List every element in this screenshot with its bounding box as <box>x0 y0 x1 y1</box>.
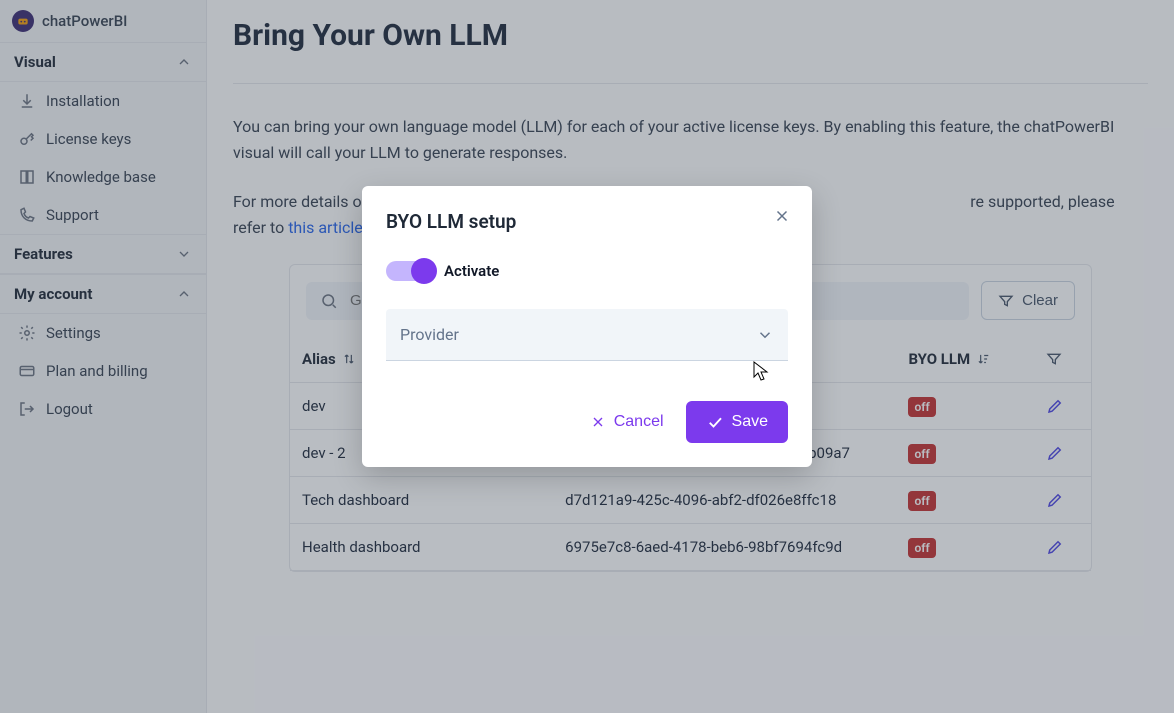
chevron-down-icon <box>756 326 774 344</box>
close-icon <box>590 414 606 430</box>
byo-llm-modal: BYO LLM setup Activate Provider Cancel S… <box>362 186 812 467</box>
activate-toggle-row: Activate <box>386 261 788 281</box>
cancel-button[interactable]: Cancel <box>582 401 672 443</box>
modal-overlay: BYO LLM setup Activate Provider Cancel S… <box>0 0 1174 713</box>
provider-select[interactable]: Provider <box>386 309 788 361</box>
cancel-button-label: Cancel <box>614 413 664 431</box>
save-button[interactable]: Save <box>686 401 788 443</box>
provider-select-label: Provider <box>400 325 459 344</box>
activate-label: Activate <box>444 262 499 280</box>
activate-toggle[interactable] <box>386 261 434 281</box>
check-icon <box>706 413 724 431</box>
close-icon[interactable] <box>770 204 794 228</box>
modal-title: BYO LLM setup <box>386 210 788 233</box>
provider-select-wrap: Provider <box>386 309 788 361</box>
modal-actions: Cancel Save <box>386 401 788 443</box>
save-button-label: Save <box>732 413 768 431</box>
